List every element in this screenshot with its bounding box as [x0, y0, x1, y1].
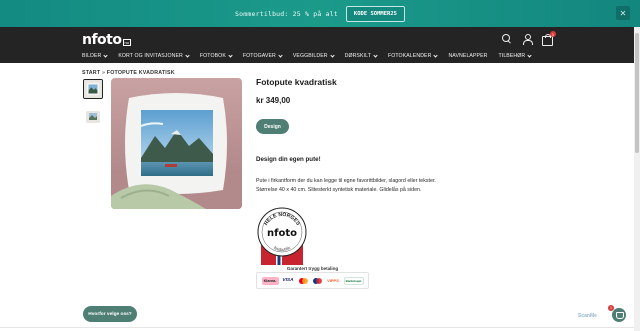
logo-tag: no: [122, 39, 131, 46]
chevron-down-icon: [228, 52, 233, 58]
close-icon[interactable]: ✕: [616, 6, 630, 20]
promo-text: Sommertilbud: 25 % på alt: [235, 9, 338, 18]
chevron-down-icon: [527, 52, 532, 58]
nav-label: FOTOGAVER: [242, 53, 276, 59]
norway-badge-icon: HELE NORGES nfoto fotobutikk: [257, 207, 307, 265]
chevron-down-icon: [329, 52, 335, 58]
klarna-logo: Klarna.: [261, 276, 279, 285]
nav-label: NAVNELAPPER: [448, 53, 488, 59]
nav-item-tilbehor[interactable]: TILBEHØR: [498, 52, 532, 59]
product-main-image[interactable]: [111, 78, 242, 209]
vipps-logo: VIPPS: [327, 278, 339, 283]
product-subheading: Design din egen pute!: [256, 156, 321, 163]
site-logo[interactable]: nfoto no: [82, 32, 131, 48]
breadcrumb-current: FOTOPUTE KVADRATISK: [106, 70, 175, 76]
nav-item-kort[interactable]: KORT OG INVITASJONER: [118, 52, 190, 59]
bankaxept-logo: BankAxept: [343, 276, 364, 285]
breadcrumb-separator: »: [101, 70, 106, 76]
header-icons: 1: [502, 31, 556, 46]
nav-item-fotokalender[interactable]: FOTOKALENDER: [387, 52, 439, 59]
nav-label: TILBEHØR: [498, 53, 526, 59]
description-line-1: Pute i firkantform der du kan legge til …: [256, 178, 436, 184]
thumbnail-pillow-image: [84, 80, 102, 98]
chevron-down-icon: [373, 52, 378, 58]
chat-icon[interactable]: [612, 308, 626, 322]
maestro-logo: [312, 277, 323, 285]
nav-label: BILDER: [82, 53, 102, 59]
product-title: Fotopute kvadratisk: [256, 77, 337, 87]
product-description: Pute i firkantform der du kan legge til …: [256, 177, 476, 196]
chevron-down-icon: [433, 52, 439, 58]
page-scrollbar[interactable]: [634, 27, 640, 331]
nav-label: VEGGBILDER: [292, 53, 328, 59]
chevron-down-icon: [278, 52, 283, 58]
cart-icon[interactable]: 1: [542, 31, 556, 46]
nav-item-dorskilt[interactable]: DØRSKILT: [344, 52, 378, 59]
search-icon[interactable]: [502, 34, 512, 44]
scrollbar-thumb[interactable]: [635, 33, 639, 153]
chat-count-badge: 1: [608, 305, 614, 311]
main-nav: BILDER KORT OG INVITASJONER FOTOBOK FOTO…: [82, 52, 532, 59]
nav-label: DØRSKILT: [344, 53, 371, 59]
badge-logo: nfoto: [267, 228, 297, 239]
visa-logo: VISA: [282, 278, 294, 283]
nav-label: FOTOBOK: [199, 53, 226, 59]
payment-label: Garantert trygg betaling: [286, 266, 339, 271]
design-button[interactable]: Design: [256, 119, 289, 134]
thumbnail-room-image: [83, 107, 103, 127]
why-choose-us-button[interactable]: Hvorfor velge oss?: [83, 306, 137, 322]
user-icon[interactable]: [522, 34, 533, 45]
nav-item-navnelapper[interactable]: NAVNELAPPER: [448, 53, 487, 59]
trust-badge: HELE NORGES nfoto fotobutikk: [255, 205, 309, 267]
nav-item-fotobok[interactable]: FOTOBOK: [199, 52, 233, 59]
pillow-photo: [111, 78, 242, 209]
breadcrumb: START » FOTOPUTE KVADRATISK: [82, 70, 175, 76]
product-thumbnail-2[interactable]: [83, 107, 103, 127]
chevron-down-icon: [185, 52, 190, 58]
nav-item-bilder[interactable]: BILDER: [82, 52, 108, 59]
cart-count-badge: 1: [550, 31, 556, 37]
product-thumbnail-1[interactable]: [83, 79, 103, 99]
nav-item-veggbilder[interactable]: VEGGBILDER: [292, 52, 335, 59]
nav-item-fotogaver[interactable]: FOTOGAVER: [242, 52, 283, 59]
nav-label: FOTOKALENDER: [387, 53, 432, 59]
promo-bar: Sommertilbud: 25 % på alt KODE SOMMER25 …: [0, 0, 640, 27]
divider: [0, 327, 634, 328]
logo-wordmark: nfoto: [82, 32, 122, 48]
watermark: ScanMe: [578, 313, 597, 319]
description-line-2: Størrelse 40 x 40 cm. Slitesterkt syntet…: [256, 187, 422, 194]
promo-code-button[interactable]: KODE SOMMER25: [345, 5, 405, 22]
chevron-down-icon: [103, 52, 108, 58]
payment-methods: Klarna. VISA VIPPS BankAxept: [256, 272, 369, 289]
nav-label: KORT OG INVITASJONER: [118, 53, 183, 59]
mastercard-logo: [298, 277, 309, 285]
product-price: kr 349,00: [256, 96, 291, 105]
breadcrumb-home[interactable]: START: [82, 70, 100, 76]
